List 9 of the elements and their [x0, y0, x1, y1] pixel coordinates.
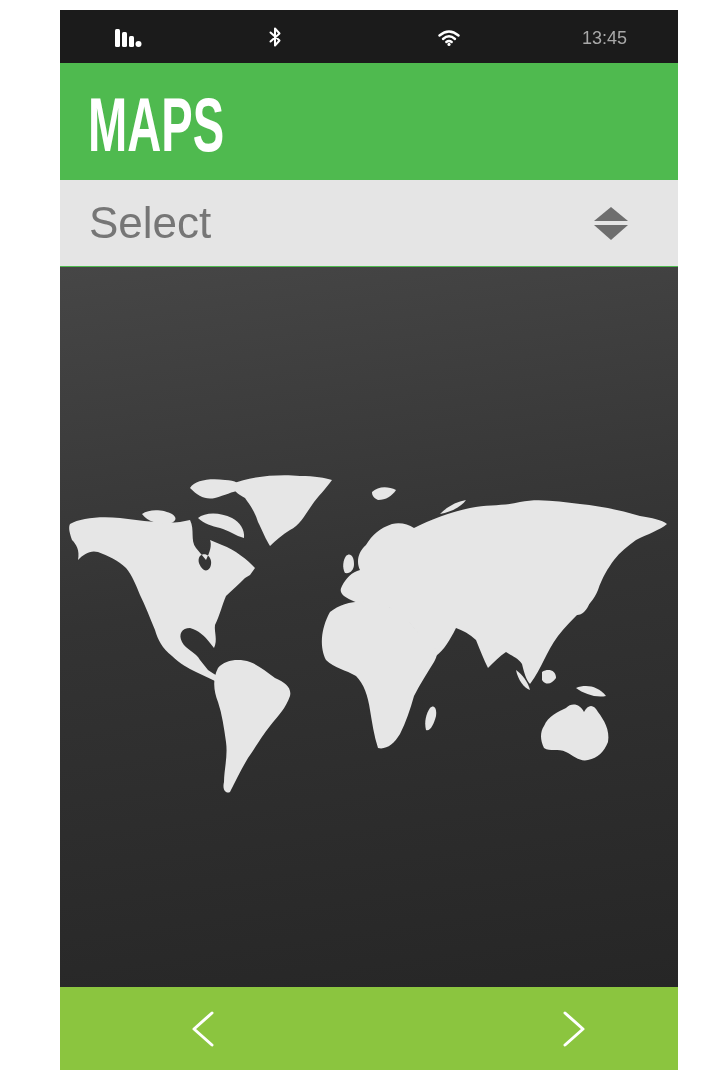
clock-time: 13:45 [582, 27, 628, 48]
chevron-left-icon [192, 1010, 214, 1047]
select-dropdown[interactable]: Select [60, 180, 678, 267]
bluetooth-icon [269, 26, 281, 47]
up-down-arrows-icon [594, 206, 628, 240]
wifi-icon [438, 29, 460, 46]
chevron-right-icon [563, 1010, 585, 1047]
app-title: MAPS [88, 86, 225, 163]
signal-bars-icon [115, 28, 142, 47]
